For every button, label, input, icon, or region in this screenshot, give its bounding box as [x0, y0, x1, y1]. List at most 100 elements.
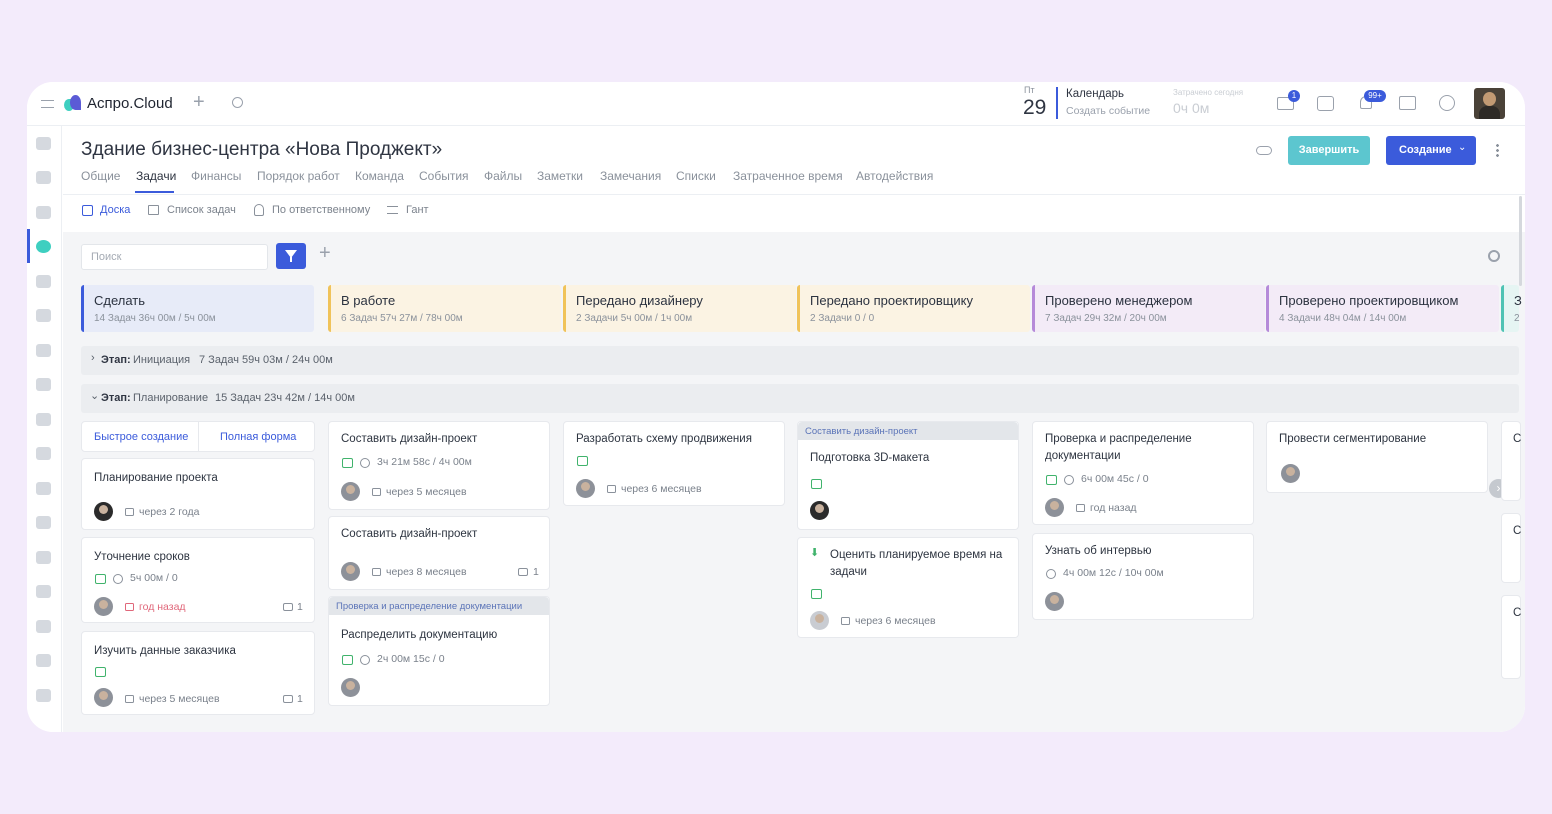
- column-manager-checked[interactable]: Проверено менеджером 7 Задач 29ч 32м / 2…: [1032, 285, 1265, 332]
- checklist-icon[interactable]: [36, 171, 51, 184]
- tag-icon[interactable]: [36, 344, 51, 357]
- favorites-icon[interactable]: [36, 137, 51, 150]
- task-card[interactable]: ⬇ Оценить планируемое время на задачи че…: [797, 537, 1019, 638]
- column-in-progress[interactable]: В работе 6 Задач 57ч 27м / 78ч 00м: [328, 285, 561, 332]
- board-settings-icon[interactable]: [1488, 250, 1500, 262]
- column-architect-checked[interactable]: Проверено проектировщиком 4 Задачи 48ч 0…: [1266, 285, 1499, 332]
- column-partial[interactable]: З 2: [1501, 285, 1522, 332]
- task-card[interactable]: Планирование проекта через 2 года: [81, 458, 315, 530]
- task-card[interactable]: С: [1501, 421, 1521, 501]
- calendar-title[interactable]: Календарь: [1066, 88, 1124, 100]
- task-card[interactable]: Составить дизайн-проект через 8 месяцев …: [328, 516, 550, 590]
- comment-icon: [518, 568, 528, 576]
- upload-icon[interactable]: [36, 309, 51, 322]
- more-icon[interactable]: [1496, 143, 1499, 157]
- chevron-down-icon: ⌄: [90, 390, 100, 402]
- task-card[interactable]: Проверка и распределение документации 6ч…: [1032, 421, 1254, 525]
- stage-initiation[interactable]: › Этап: Инициация 7 Задач 59ч 03м / 24ч …: [81, 346, 1519, 375]
- task-card[interactable]: Проверка и распределение документации Ра…: [328, 596, 550, 706]
- tab-team[interactable]: Команда: [355, 169, 404, 183]
- menu-icon[interactable]: [41, 100, 54, 108]
- app-name[interactable]: Аспро.Cloud: [87, 95, 173, 112]
- tab-files[interactable]: Файлы: [484, 169, 522, 183]
- full-form-button[interactable]: Полная форма: [220, 431, 296, 443]
- vertical-scrollbar[interactable]: [1519, 196, 1522, 286]
- view-board[interactable]: Доска: [100, 204, 130, 216]
- tab-general[interactable]: Общие: [81, 169, 120, 183]
- finish-button[interactable]: Завершить: [1288, 136, 1370, 165]
- quick-create-bar: Быстрое создание Полная форма: [81, 421, 315, 452]
- column-stats: 2: [1514, 313, 1520, 324]
- user-icon[interactable]: [36, 654, 51, 667]
- chevron-down-icon: ⌄: [1458, 142, 1467, 153]
- create-event-link[interactable]: Создать событие: [1066, 105, 1150, 117]
- calendar-icon: [372, 488, 381, 496]
- projects-icon[interactable]: [36, 240, 51, 253]
- avatar: [94, 688, 113, 707]
- comment-count: 1: [533, 566, 539, 578]
- avatar: [341, 562, 360, 581]
- help-icon[interactable]: [1439, 95, 1455, 111]
- column-todo[interactable]: Сделать 14 Задач 36ч 00м / 5ч 00м: [81, 285, 314, 332]
- quick-create-button[interactable]: Быстрое создание: [94, 431, 188, 443]
- tab-time-spent[interactable]: Затраченное время: [733, 169, 843, 183]
- gift-icon[interactable]: [36, 585, 51, 598]
- tab-events[interactable]: События: [419, 169, 469, 183]
- task-card[interactable]: Провести сегментирование: [1266, 421, 1488, 493]
- parent-task-tag[interactable]: Проверка и распределение документации: [329, 597, 549, 615]
- tab-tasks[interactable]: Задачи: [136, 169, 176, 183]
- chat-icon[interactable]: [1399, 96, 1416, 110]
- parent-task-tag[interactable]: Составить дизайн-проект: [798, 422, 1018, 440]
- clock-icon[interactable]: [36, 620, 51, 633]
- tasks-icon[interactable]: [1317, 96, 1334, 111]
- view-task-list[interactable]: Список задач: [167, 204, 236, 216]
- tab-notes[interactable]: Заметки: [537, 169, 583, 183]
- task-due: через 5 месяцев: [386, 486, 467, 498]
- task-card[interactable]: С: [1501, 595, 1521, 679]
- task-card[interactable]: Составить дизайн-проект 3ч 21м 58с / 4ч …: [328, 421, 550, 510]
- task-title: Оценить планируемое время на задачи: [830, 549, 1003, 578]
- calendar-icon: [1076, 504, 1085, 512]
- column-to-designer[interactable]: Передано дизайнеру 2 Задачи 5ч 00м / 1ч …: [563, 285, 796, 332]
- task-card[interactable]: С: [1501, 513, 1521, 583]
- settings-list-icon[interactable]: [36, 516, 51, 529]
- copy-link-icon[interactable]: [1256, 146, 1272, 155]
- tab-lists[interactable]: Списки: [676, 169, 716, 183]
- task-card[interactable]: Составить дизайн-проект Подготовка 3D-ма…: [797, 421, 1019, 530]
- add-column-icon[interactable]: +: [319, 242, 331, 265]
- task-title: Составить дизайн-проект: [341, 433, 478, 445]
- create-button[interactable]: Создание ⌄: [1386, 136, 1476, 165]
- box-icon[interactable]: [36, 447, 51, 460]
- link-icon[interactable]: [36, 275, 51, 288]
- task-card[interactable]: Узнать об интервью 4ч 00м 12с / 10ч 00м: [1032, 533, 1254, 620]
- search-icon[interactable]: [232, 97, 243, 108]
- column-to-architect[interactable]: Передано проектировщику 2 Задачи 0 / 0: [797, 285, 1030, 332]
- task-card[interactable]: Разработать схему продвижения через 6 ме…: [563, 421, 785, 506]
- comment-icon: [283, 603, 293, 611]
- team-icon[interactable]: [36, 378, 51, 391]
- user-avatar[interactable]: [1474, 88, 1505, 119]
- task-due: через 6 месяцев: [621, 483, 702, 495]
- add-icon[interactable]: +: [193, 91, 205, 114]
- tab-finance[interactable]: Финансы: [191, 169, 241, 183]
- avatar: [341, 678, 360, 697]
- calendar-icon: [125, 695, 134, 703]
- tab-automations[interactable]: Автодействия: [856, 169, 933, 183]
- image-icon[interactable]: [36, 689, 51, 702]
- view-gantt[interactable]: Гант: [406, 204, 429, 216]
- task-card[interactable]: Изучить данные заказчика через 5 месяцев…: [81, 631, 315, 715]
- search-input[interactable]: Поиск: [81, 244, 268, 270]
- documents-icon[interactable]: [36, 551, 51, 564]
- column-title: Сделать: [94, 293, 146, 308]
- tab-work-order[interactable]: Порядок работ: [257, 169, 340, 183]
- contacts-icon[interactable]: [36, 413, 51, 426]
- tab-remarks[interactable]: Замечания: [600, 169, 661, 183]
- stage-planning[interactable]: ⌄ Этап: Планирование 15 Задач 23ч 42м / …: [81, 384, 1519, 413]
- task-due: год назад: [1090, 502, 1137, 514]
- refresh-icon[interactable]: [36, 482, 51, 495]
- filter-icon[interactable]: [36, 206, 51, 219]
- task-time: 4ч 00м 12с / 10ч 00м: [1063, 567, 1164, 579]
- task-card[interactable]: Уточнение сроков 5ч 00м / 0 год назад 1: [81, 537, 315, 623]
- filter-button[interactable]: [276, 243, 306, 269]
- view-by-assignee[interactable]: По ответственному: [272, 204, 370, 216]
